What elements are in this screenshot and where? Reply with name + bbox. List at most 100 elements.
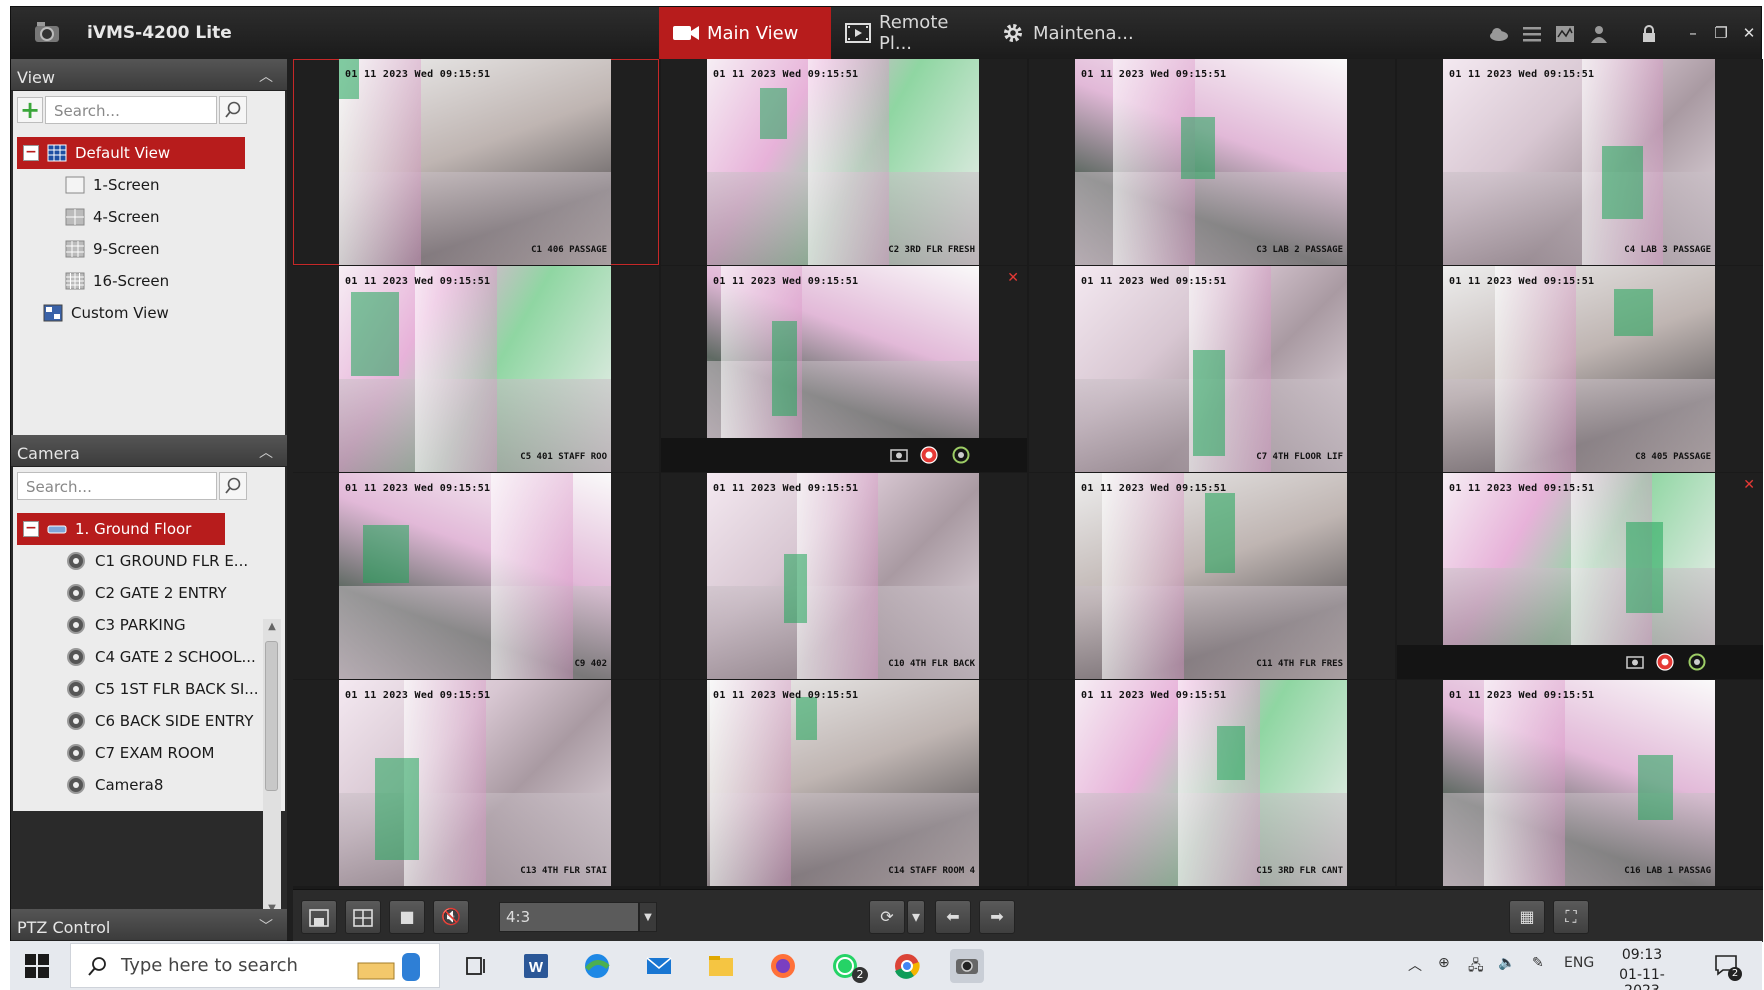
ptz-icon[interactable] — [1687, 653, 1707, 671]
camera-search-input[interactable]: Search... — [17, 472, 217, 500]
tree-item-9-screen[interactable]: 9-Screen — [65, 233, 160, 265]
camera-feed[interactable]: 01 11 2023 Wed 09:15:51 C4 LAB 3 PASSAGE — [1443, 59, 1715, 265]
camera-feed[interactable]: 01 11 2023 Wed 09:15:51 C7 4TH FLOOR LIF — [1075, 266, 1347, 472]
capture-icon[interactable] — [1625, 653, 1645, 671]
aspect-ratio-select[interactable]: 4:3 — [499, 902, 639, 932]
video-cell[interactable]: 01 11 2023 Wed 09:15:51 ✕ — [661, 266, 1027, 472]
video-cell[interactable]: 01 11 2023 Wed 09:15:51 C2 3RD FLR FRESH — [661, 59, 1027, 265]
camera-feed[interactable]: 01 11 2023 Wed 09:15:51 C8 405 PASSAGE — [1443, 266, 1715, 472]
tray-network-icon[interactable]: 🖧 — [1468, 955, 1484, 979]
lock-icon[interactable] — [1639, 25, 1659, 43]
file-explorer-icon[interactable] — [704, 949, 738, 983]
video-cell[interactable]: 01 11 2023 Wed 09:15:51 C14 STAFF ROOM 4 — [661, 680, 1027, 886]
ivms-taskbar-icon[interactable] — [950, 949, 984, 983]
tab-main-view[interactable]: Main View — [659, 7, 831, 59]
tray-chevron-up-icon[interactable]: ︿ — [1408, 955, 1422, 975]
add-view-button[interactable]: + — [17, 97, 43, 123]
camera-feed[interactable]: 01 11 2023 Wed 09:15:51 C3 LAB 2 PASSAGE — [1075, 59, 1347, 265]
firefox-icon[interactable] — [766, 949, 800, 983]
edge-icon[interactable] — [580, 949, 614, 983]
record-icon[interactable] — [919, 446, 939, 464]
camera-item-c1[interactable]: C1 GROUND FLR E... — [67, 545, 248, 577]
video-cell[interactable]: 01 11 2023 Wed 09:15:51 C13 4TH FLR STAI — [293, 680, 659, 886]
tree-item-default-view[interactable]: − Default View — [17, 137, 245, 169]
chevron-down-icon[interactable]: ﹀ — [259, 916, 273, 936]
tab-maintenance[interactable]: Maintena... — [987, 7, 1137, 59]
tree-item-16-screen[interactable]: 16-Screen — [65, 265, 169, 297]
video-cell[interactable]: 01 11 2023 Wed 09:15:51 C8 405 PASSAGE — [1397, 266, 1763, 472]
close-feed-icon[interactable]: ✕ — [1007, 270, 1019, 286]
camera-feed[interactable]: 01 11 2023 Wed 09:15:51 C13 4TH FLR STAI — [339, 680, 611, 886]
view-search-input[interactable]: Search... — [45, 96, 217, 124]
video-cell[interactable]: 01 11 2023 Wed 09:15:51 C16 LAB 1 PASSAG — [1397, 680, 1763, 886]
camera-group-ground-floor[interactable]: − 1. Ground Floor — [17, 513, 225, 545]
camera-feed[interactable]: 01 11 2023 Wed 09:15:51 — [1443, 473, 1715, 645]
tray-language[interactable]: ENG — [1564, 955, 1594, 971]
next-page-button[interactable]: ➡ — [979, 900, 1015, 934]
camera-feed[interactable]: 01 11 2023 Wed 09:15:51 C10 4TH FLR BACK — [707, 473, 979, 679]
tree-item-1-screen[interactable]: 1-Screen — [65, 169, 160, 201]
tree-item-4-screen[interactable]: 4-Screen — [65, 201, 160, 233]
camera-item-c6[interactable]: C6 BACK SIDE ENTRY — [67, 705, 253, 737]
ptz-icon[interactable] — [951, 446, 971, 464]
chrome-icon[interactable] — [890, 949, 924, 983]
video-cell[interactable]: 01 11 2023 Wed 09:15:51 C15 3RD FLR CANT — [1029, 680, 1395, 886]
camera-feed[interactable]: 01 11 2023 Wed 09:15:51 C1 406 PASSAGE — [339, 59, 611, 265]
clock-time[interactable]: 09:13 — [1602, 947, 1682, 963]
chevron-down-icon[interactable]: ▼ — [639, 902, 657, 932]
video-cell[interactable]: 01 11 2023 Wed 09:15:51 C3 LAB 2 PASSAGE — [1029, 59, 1395, 265]
scrollbar-thumb[interactable] — [265, 641, 278, 791]
auto-switch-dropdown[interactable]: ▾ — [907, 900, 925, 934]
video-cell[interactable]: 01 11 2023 Wed 09:15:51 ✕ — [1397, 473, 1763, 679]
camera-item-camera8[interactable]: Camera8 — [67, 769, 163, 801]
tray-meet-icon[interactable]: ⊕ — [1438, 955, 1450, 971]
video-cell[interactable]: 01 11 2023 Wed 09:15:51 C7 4TH FLOOR LIF — [1029, 266, 1395, 472]
layout-menu-button[interactable]: ▦ — [1509, 900, 1545, 934]
video-cell[interactable]: 01 11 2023 Wed 09:15:51 C10 4TH FLR BACK — [661, 473, 1027, 679]
stop-all-button[interactable]: ■ — [389, 900, 425, 934]
video-cell[interactable]: 01 11 2023 Wed 09:15:51 C1 406 PASSAGE — [293, 59, 659, 265]
minimize-button[interactable]: – — [1683, 23, 1703, 43]
window-division-button[interactable] — [345, 900, 381, 934]
video-cell[interactable]: 01 11 2023 Wed 09:15:51 C11 4TH FLR FRES — [1029, 473, 1395, 679]
camera-item-c4[interactable]: C4 GATE 2 SCHOOL... — [67, 641, 256, 673]
camera-feed[interactable]: 01 11 2023 Wed 09:15:51 C9 402 — [339, 473, 611, 679]
task-view-icon[interactable] — [458, 949, 492, 983]
tray-volume-icon[interactable]: 🔈 — [1498, 955, 1515, 971]
camera-panel-header[interactable]: Camera ︿ — [11, 435, 287, 467]
scroll-up-icon[interactable]: ▲ — [263, 621, 281, 635]
close-button[interactable]: ✕ — [1739, 23, 1759, 43]
collapse-icon[interactable]: − — [23, 521, 39, 537]
camera-list-scrollbar[interactable]: ▲ ▼ — [263, 619, 281, 919]
list-icon[interactable] — [1522, 25, 1542, 43]
cloud-icon[interactable] — [1489, 25, 1509, 43]
camera-feed[interactable]: 01 11 2023 Wed 09:15:51 C15 3RD FLR CANT — [1075, 680, 1347, 886]
auto-switch-button[interactable]: ⟳ — [869, 900, 905, 934]
clock-date[interactable]: 01-11-2023 — [1602, 967, 1682, 990]
windows-start-icon[interactable] — [24, 953, 50, 979]
restore-button[interactable]: ❐ — [1711, 23, 1731, 43]
camera-feed[interactable]: 01 11 2023 Wed 09:15:51 C5 401 STAFF ROO — [339, 266, 611, 472]
view-search-button[interactable] — [219, 96, 247, 124]
camera-item-c3[interactable]: C3 PARKING — [67, 609, 186, 641]
video-cell[interactable]: 01 11 2023 Wed 09:15:51 C5 401 STAFF ROO — [293, 266, 659, 472]
camera-feed[interactable]: 01 11 2023 Wed 09:15:51 — [707, 266, 979, 438]
record-icon[interactable] — [1655, 653, 1675, 671]
tray-pen-icon[interactable]: ✎ — [1532, 955, 1544, 971]
video-cell[interactable]: 01 11 2023 Wed 09:15:51 C4 LAB 3 PASSAGE — [1397, 59, 1763, 265]
camera-search-button[interactable] — [219, 472, 247, 500]
mute-button[interactable]: 🔇 — [433, 900, 469, 934]
tab-remote-playback[interactable]: Remote Pl... — [831, 7, 987, 59]
close-feed-icon[interactable]: ✕ — [1743, 477, 1755, 493]
fullscreen-button[interactable]: ⛶ — [1553, 900, 1589, 934]
previous-page-button[interactable]: ⬅ — [935, 900, 971, 934]
camera-item-c7[interactable]: C7 EXAM ROOM — [67, 737, 215, 769]
chevron-up-icon[interactable]: ︿ — [259, 66, 273, 86]
camera-feed[interactable]: 01 11 2023 Wed 09:15:51 C16 LAB 1 PASSAG — [1443, 680, 1715, 886]
chevron-up-icon[interactable]: ︿ — [259, 442, 273, 462]
camera-feed[interactable]: 01 11 2023 Wed 09:15:51 C11 4TH FLR FRES — [1075, 473, 1347, 679]
camera-item-c5[interactable]: C5 1ST FLR BACK SI... — [67, 673, 259, 705]
monitor-chart-icon[interactable] — [1555, 25, 1575, 43]
ptz-panel-header[interactable]: PTZ Control ﹀ — [11, 909, 287, 941]
capture-icon[interactable] — [889, 446, 909, 464]
